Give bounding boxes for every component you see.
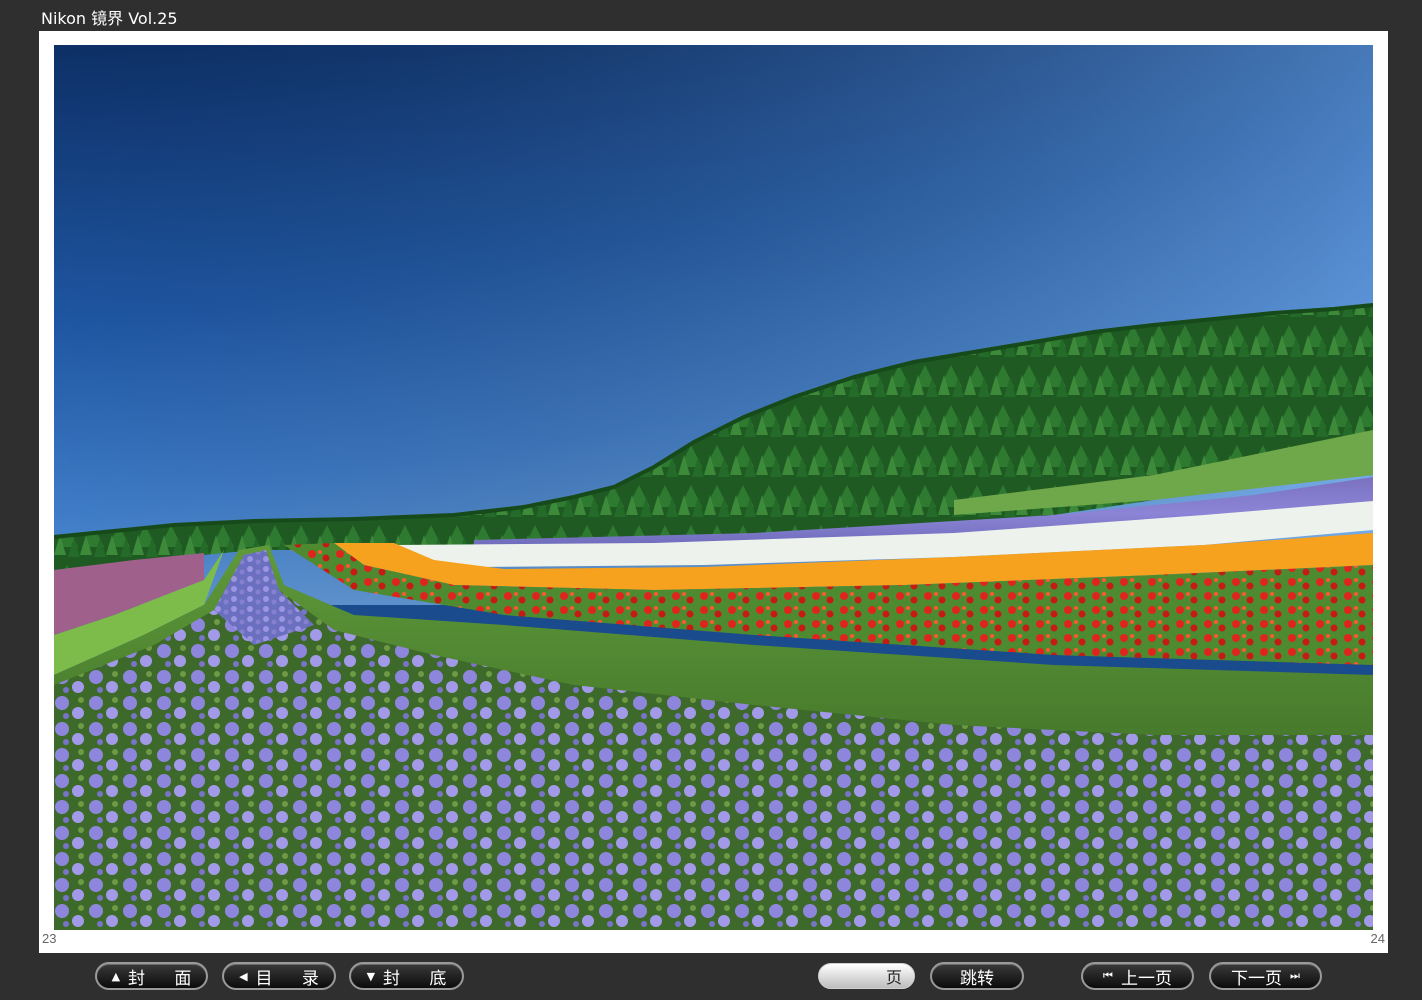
back-cover-button-label: 封 底 (383, 968, 459, 989)
landscape-photo (54, 45, 1373, 930)
next-page-label: 下一页 (1231, 968, 1283, 989)
back-cover-button[interactable]: ▼ 封 底 (349, 962, 464, 990)
triangle-up-icon: ▲ (111, 969, 121, 983)
next-page-button[interactable]: 下一页 ⏭ (1209, 962, 1322, 990)
prev-page-label: 上一页 (1120, 968, 1172, 989)
prev-page-button[interactable]: ⏮ 上一页 (1081, 962, 1194, 990)
page-suffix-label: 页 (885, 968, 902, 987)
left-page-number: 23 (42, 931, 57, 946)
toc-button[interactable]: ◀ 目 录 (222, 962, 336, 990)
skip-back-icon: ⏮ (1103, 969, 1113, 982)
navigation-toolbar: ▲ 封 面 ◀ 目 录 ▼ 封 底 页 跳转 ⏮ 上一页 下一页 ⏭ (0, 958, 1422, 998)
toc-button-label: 目 录 (255, 968, 331, 989)
page-number-field[interactable]: 页 (818, 963, 915, 989)
cover-button[interactable]: ▲ 封 面 (95, 962, 208, 990)
window-title: Nikon 镜界 Vol.25 (41, 9, 178, 28)
magazine-viewer: Nikon 镜界 Vol.25 23 24 ▲ 封 面 ◀ 目 录 ▼ 封 底 … (0, 0, 1422, 1000)
cover-button-label: 封 面 (128, 968, 204, 989)
jump-button[interactable]: 跳转 (930, 962, 1024, 990)
jump-button-label: 跳转 (960, 968, 994, 989)
page-number-input[interactable] (827, 967, 887, 987)
skip-forward-icon: ⏭ (1290, 969, 1300, 982)
triangle-left-icon: ◀ (239, 969, 248, 983)
page-spread: 23 24 (39, 31, 1388, 953)
triangle-down-icon: ▼ (366, 969, 376, 983)
right-page-number: 24 (1370, 931, 1385, 946)
